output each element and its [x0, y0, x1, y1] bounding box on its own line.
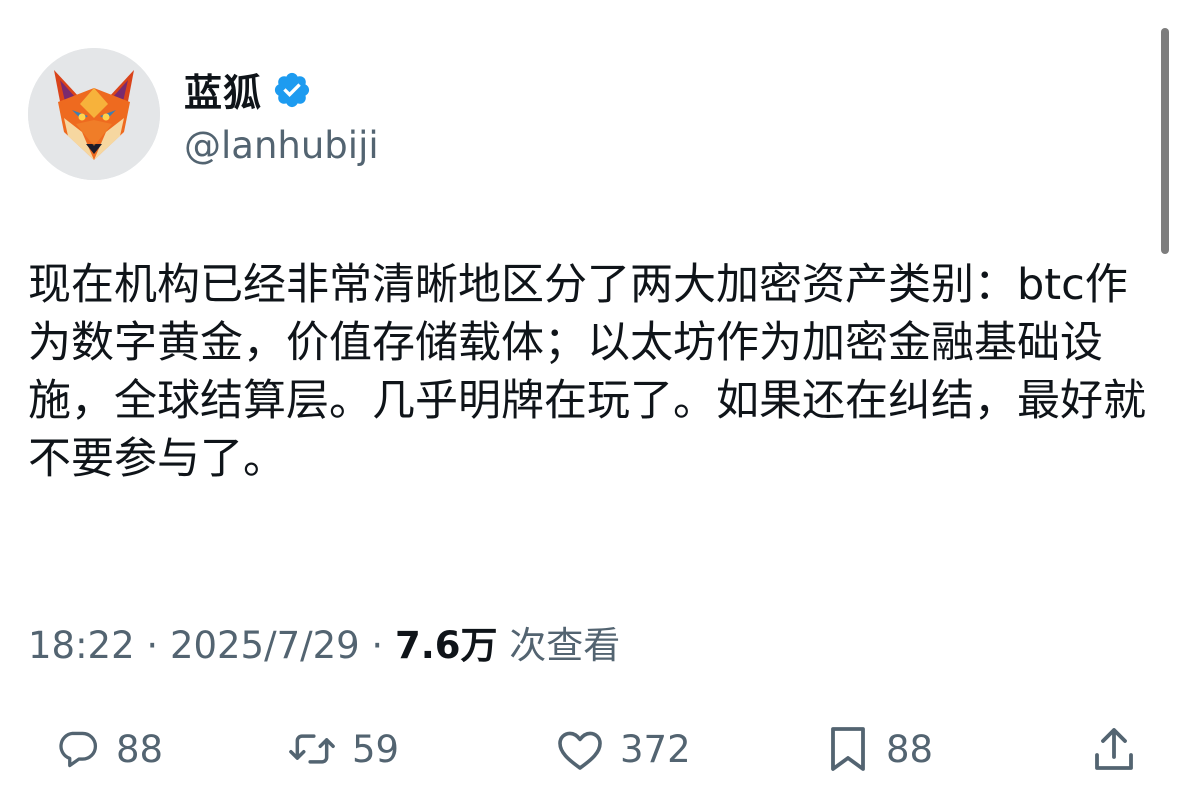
- meta-separator: ·: [359, 624, 395, 667]
- like-button[interactable]: 372: [556, 714, 691, 784]
- name-row: 蓝狐: [184, 62, 379, 118]
- scrollbar[interactable]: [1161, 28, 1169, 254]
- tweet-meta: 18:22 · 2025/7/29 · 7.6万 次查看: [28, 615, 620, 669]
- views-label: 次查看: [497, 624, 621, 667]
- retweet-button[interactable]: 59: [288, 714, 399, 784]
- bookmark-icon: [831, 727, 865, 771]
- views-count[interactable]: 7.6万: [395, 624, 498, 667]
- user-info: 蓝狐 @lanhubiji: [184, 62, 379, 167]
- tweet-text: 现在机构已经非常清晰地区分了两大加密资产类别：btc作为数字黄金，价值存储载体；…: [28, 260, 1146, 484]
- reply-count: 88: [116, 727, 164, 771]
- reply-icon: [59, 731, 98, 768]
- like-count: 372: [620, 727, 691, 771]
- retweet-icon: [289, 734, 335, 764]
- action-bar: 88 59 372 88: [0, 714, 1178, 784]
- tweet-time[interactable]: 18:22: [28, 624, 135, 667]
- share-button[interactable]: [1092, 714, 1136, 784]
- display-name[interactable]: 蓝狐: [184, 62, 262, 117]
- share-icon: [1095, 728, 1133, 770]
- tweet-detail-page: 蓝狐 @lanhubiji 现在机构已经非常清晰地区分了两大加密资产类别：btc…: [0, 0, 1178, 798]
- retweet-count: 59: [352, 727, 400, 771]
- heart-icon: [558, 731, 602, 770]
- tweet-date[interactable]: 2025/7/29: [170, 624, 360, 667]
- verified-badge-icon[interactable]: [272, 70, 312, 110]
- bookmark-button[interactable]: 88: [826, 714, 933, 784]
- tweet-header: 蓝狐 @lanhubiji: [28, 48, 379, 180]
- reply-button[interactable]: 88: [56, 714, 163, 784]
- user-handle[interactable]: @lanhubiji: [184, 124, 379, 167]
- avatar[interactable]: [28, 48, 160, 180]
- bookmark-count: 88: [886, 727, 934, 771]
- fox-avatar-icon: [28, 48, 160, 180]
- meta-separator: ·: [134, 624, 170, 667]
